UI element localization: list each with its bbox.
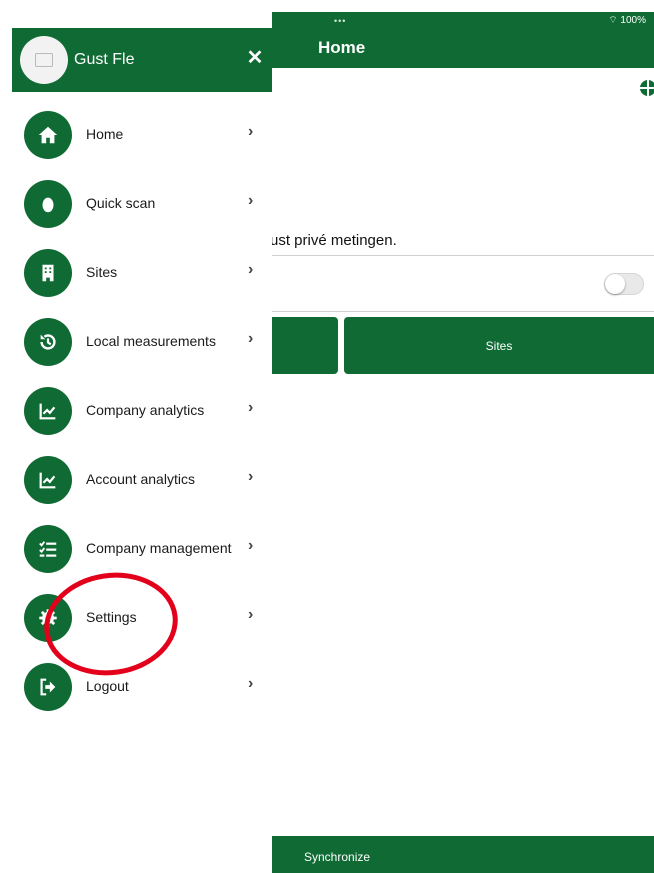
menu-item-settings[interactable]: Settings › [0,581,272,650]
menu-item-label: Home [86,126,124,142]
image-placeholder-icon [35,53,53,67]
synchronize-button[interactable]: Synchronize [304,850,370,864]
history-icon [24,318,72,366]
chevron-right-icon: › [248,606,254,623]
menu-item-label: Quick scan [86,195,156,211]
chevron-right-icon: › [248,192,254,209]
user-name: Gust Fle [74,51,135,68]
sites-button[interactable]: Sites [344,317,654,374]
status-dots: ••• [334,16,347,26]
close-icon[interactable]: ✕ [246,48,264,68]
building-icon [24,249,72,297]
logout-icon [24,663,72,711]
chart-icon [24,387,72,435]
chevron-right-icon: › [248,330,254,347]
chevron-right-icon: › [248,123,254,140]
private-measurements-toggle[interactable] [604,273,644,295]
menu-item-label: Settings [86,609,137,625]
page-title: Home [318,38,366,57]
wifi-icon: ⌔ [608,15,618,26]
chevron-right-icon: › [248,675,254,692]
menu-item-logout[interactable]: Logout › [0,650,272,719]
drawer-header: Gust Fle ✕ [12,28,272,92]
chevron-right-icon: › [248,261,254,278]
chart-icon [24,456,72,504]
divider [270,255,654,256]
menu-item-sites[interactable]: Sites › [0,236,272,305]
menu-item-label: Account analytics [86,471,195,487]
menu-item-company-analytics[interactable]: Company analytics › [0,374,272,443]
chevron-right-icon: › [248,399,254,416]
menu-item-label: Company analytics [86,402,205,418]
chevron-right-icon: › [248,537,254,554]
checklist-icon [24,525,72,573]
avatar [20,36,68,84]
gear-icon [24,594,72,642]
menu-item-local-measurements[interactable]: Local measurements › [0,305,272,374]
menu-item-company-management[interactable]: Company management › [0,512,272,581]
menu-item-label: Company management [86,540,232,556]
chevron-right-icon: › [248,468,254,485]
menu-item-quick-scan[interactable]: Quick scan › [0,167,272,236]
menu-item-home[interactable]: Home › [0,98,272,167]
toggle-knob [605,274,625,294]
battery-status: ⌔ 100% [608,15,646,26]
globe-icon[interactable] [640,80,654,96]
bottom-bar: Synchronize [270,836,654,873]
side-drawer: Gust Fle ✕ Home › Quick scan › Sites › L… [0,0,272,873]
home-icon [24,111,72,159]
menu-item-account-analytics[interactable]: Account analytics › [0,443,272,512]
menu-item-label: Local measurements [86,333,216,349]
divider [270,311,654,312]
menu-item-label: Logout [86,678,129,694]
private-measurements-text: ust privé metingen. [270,232,397,249]
menu-item-label: Sites [86,264,118,280]
drop-icon [24,180,72,228]
